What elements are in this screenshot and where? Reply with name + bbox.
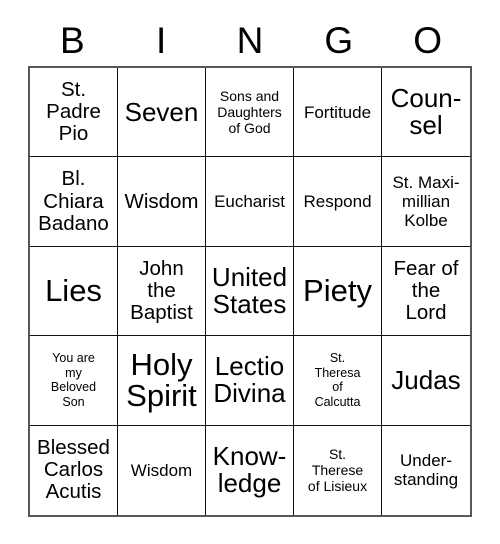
bingo-cell-label: Eucharist	[214, 192, 285, 212]
bingo-cell-label: Wisdom	[124, 189, 199, 213]
header-letter-text: I	[156, 19, 167, 61]
bingo-cell-r1c2[interactable]: Seven	[118, 68, 206, 158]
bingo-cell-label: Under- standing	[393, 451, 459, 490]
bingo-cell-label: Respond	[303, 192, 372, 212]
bingo-cell-r2c1[interactable]: Bl. Chiara Badano	[30, 157, 118, 247]
bingo-cell-r2c3[interactable]: Eucharist	[206, 157, 294, 247]
bingo-cell-r3c1[interactable]: Lies	[30, 246, 118, 337]
bingo-cell-label: Sons and Daughters of God	[217, 87, 282, 137]
bingo-header-letter-g: G	[294, 14, 383, 66]
bingo-cell-label: Bl. Chiara Badano	[38, 167, 109, 235]
bingo-cell-r4c5[interactable]: Judas	[382, 336, 470, 426]
bingo-cell-r4c2[interactable]: Holy Spirit	[118, 336, 206, 426]
bingo-cell-r2c2[interactable]: Wisdom	[118, 157, 206, 247]
bingo-cell-label: Fear of the Lord	[393, 256, 459, 325]
bingo-cell-label: St. Therese of Lisieux	[307, 445, 368, 495]
bingo-cell-label: Lectio Divina	[213, 351, 286, 409]
bingo-cell-r1c4[interactable]: Fortitude	[294, 68, 382, 158]
bingo-cell-label: Judas	[391, 364, 461, 395]
bingo-cell-label: Holy Spirit	[126, 346, 197, 414]
header-letter-text: N	[236, 19, 264, 61]
bingo-cell-label: Fortitude	[303, 102, 372, 122]
bingo-cell-r5c3[interactable]: Know- ledge	[206, 425, 294, 515]
bingo-header-letter-o: O	[383, 14, 472, 66]
bingo-cell-label: St. Padre Pio	[46, 78, 101, 146]
bingo-cell-r3c4[interactable]: Piety	[294, 246, 382, 337]
header-letter-text: B	[60, 19, 85, 61]
bingo-cell-label: Coun- sel	[390, 83, 462, 141]
bingo-header-row: B I N G O	[28, 14, 472, 66]
bingo-cell-r1c3[interactable]: Sons and Daughters of God	[206, 68, 294, 158]
bingo-cell-r4c4[interactable]: St. Theresa of Calcutta	[294, 336, 382, 426]
bingo-cell-r5c5[interactable]: Under- standing	[382, 425, 470, 515]
bingo-cell-r3c2[interactable]: John the Baptist	[118, 246, 206, 337]
bingo-header-letter-b: B	[28, 14, 117, 66]
bingo-cell-label: Piety	[303, 273, 372, 309]
bingo-cell-label: St. Maxi- millian Kolbe	[392, 173, 460, 231]
header-letter-text: G	[324, 19, 354, 61]
bingo-cell-r1c5[interactable]: Coun- sel	[382, 68, 470, 158]
bingo-cell-label: Blessed Carlos Acutis	[37, 436, 110, 504]
bingo-cell-r5c2[interactable]: Wisdom	[118, 425, 206, 515]
bingo-cell-label: United States	[211, 261, 288, 319]
bingo-cell-label: John the Baptist	[130, 256, 193, 325]
bingo-cell-label: Seven	[124, 96, 199, 127]
bingo-grid: St. Padre Pio Seven Sons and Daughters of …	[28, 66, 472, 517]
bingo-cell-r3c3[interactable]: United States	[206, 246, 294, 337]
bingo-cell-r4c1[interactable]: You are my Beloved Son	[30, 336, 118, 426]
bingo-cell-r5c4[interactable]: St. Therese of Lisieux	[294, 425, 382, 515]
bingo-cell-r3c5[interactable]: Fear of the Lord	[382, 246, 470, 337]
bingo-cell-label: You are my Beloved Son	[50, 350, 97, 410]
bingo-cell-r4c3[interactable]: Lectio Divina	[206, 336, 294, 426]
header-letter-text: O	[413, 19, 442, 61]
bingo-cell-label: Lies	[45, 273, 102, 309]
bingo-cell-label: Know- ledge	[212, 441, 287, 499]
bingo-cell-label: Wisdom	[130, 460, 193, 480]
bingo-cell-r2c5[interactable]: St. Maxi- millian Kolbe	[382, 157, 470, 247]
bingo-cell-r5c1[interactable]: Blessed Carlos Acutis	[30, 425, 118, 515]
bingo-header-letter-i: I	[117, 14, 206, 66]
bingo-card: B I N G O St. Padre Pio Seven Sons and Dau…	[0, 0, 500, 544]
bingo-header-letter-n: N	[206, 14, 295, 66]
bingo-cell-r2c4[interactable]: Respond	[294, 157, 382, 247]
bingo-cell-r1c1[interactable]: St. Padre Pio	[30, 68, 118, 158]
bingo-cell-label: St. Theresa of Calcutta	[314, 350, 361, 410]
